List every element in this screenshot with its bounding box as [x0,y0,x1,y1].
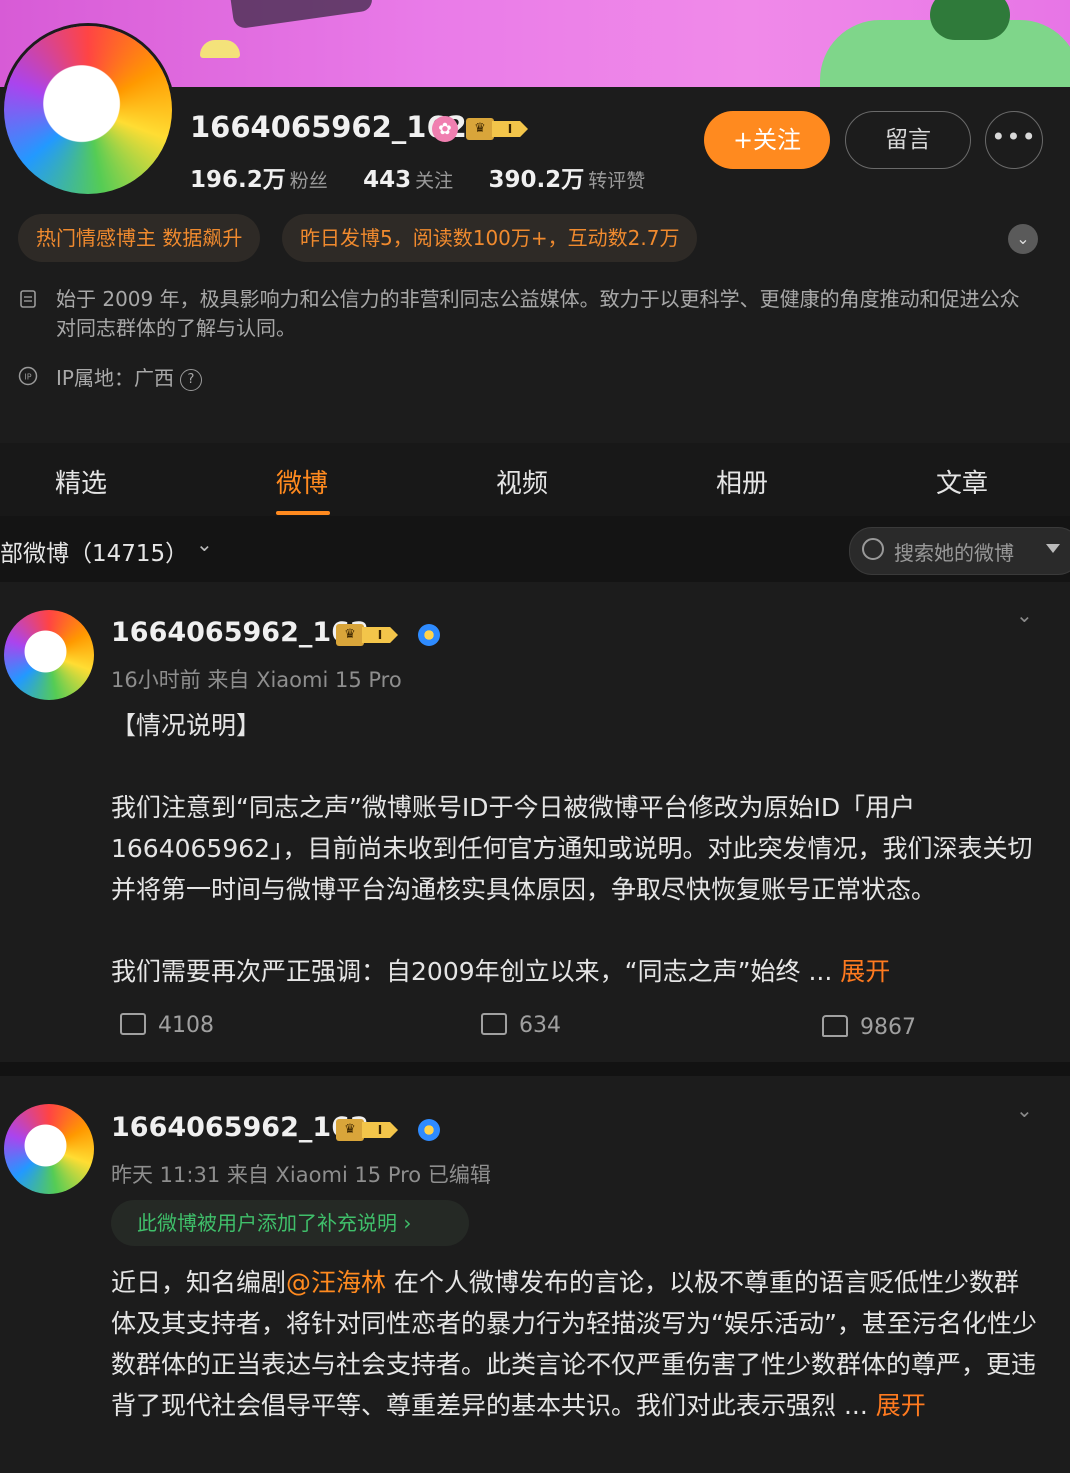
bio-icon [18,289,38,309]
member-crown-icon[interactable]: ♛ I [336,1119,398,1141]
ip-location-label: IP属地：广西 [56,366,174,390]
profile-username: 1664065962_162 [190,110,467,144]
expand-tags-chevron-icon[interactable]: ⌄ [1008,224,1038,254]
repost-action[interactable]: 4108 [120,1013,214,1038]
profile-stats: 196.2万 粉丝 443 关注 390.2万 转评赞 [190,160,673,194]
verified-pink-icon[interactable]: ✿ [432,116,458,142]
like-action[interactable]: 9867 [822,1015,916,1040]
expand-link[interactable]: 展开 [840,957,890,986]
tab-article[interactable]: 文章 [936,463,988,500]
post-author[interactable]: 1664065962_162 [111,1112,369,1143]
post-menu-chevron-icon[interactable]: ⌄ [1016,603,1033,627]
post-meta: 16小时前 来自 Xiaomi 15 Pro [111,668,402,692]
comment-icon [481,1013,507,1035]
search-icon [862,538,884,560]
tab-weibo[interactable]: 微博 [276,463,328,500]
follow-count[interactable]: 443 [363,167,411,193]
message-button[interactable]: 留言 [845,111,971,169]
more-options-button[interactable]: ••• [985,111,1043,169]
post-body: 近日，知名编剧@汪海林 在个人微博发布的言论，以极不尊重的语言贬低性少数群体及其… [111,1268,1037,1420]
tab-album[interactable]: 相册 [716,463,768,500]
help-icon[interactable]: ? [179,368,202,391]
tab-featured[interactable]: 精选 [55,463,107,500]
share-icon [120,1013,146,1035]
post-menu-chevron-icon[interactable]: ⌄ [1016,1098,1033,1122]
fans-count[interactable]: 196.2万 [190,167,286,193]
profile-bio: 始于 2009 年，极具影响力和公信力的非营利同志公益媒体。致力于以更科学、更健… [56,287,1020,340]
follow-button[interactable]: +关注 [704,111,830,169]
post-author[interactable]: 1664065962_162 [111,617,369,648]
active-tab-indicator [276,511,330,515]
yesterday-stats-tag[interactable]: 昨日发博5，阅读数100万+，互动数2.7万 [282,214,698,262]
verified-icon [418,1119,440,1141]
ip-location: IP属地：广西? [56,362,202,391]
member-crown-icon[interactable]: ♛ I [466,118,528,140]
post-avatar[interactable] [4,1104,94,1194]
all-weibo-filter[interactable]: 部微博（14715） [0,534,188,568]
post-paragraph: 【情况说明】 [111,711,262,740]
search-weibo-input[interactable]: 搜索她的微博 [849,527,1070,575]
post-body: 【情况说明】 我们注意到“同志之声”微博账号ID于今日被微博平台修改为原始ID「… [111,705,1041,992]
post-divider [0,1062,1070,1076]
mention-link[interactable]: @汪海林 [286,1268,386,1297]
profile-tabs: 精选 微博 视频 相册 文章 [0,443,1070,516]
banner-decoration [226,0,374,30]
post-paragraph: 我们需要再次严正强调：自2009年创立以来，“同志之声”始终 ... 展开 [111,957,891,986]
member-crown-icon[interactable]: ♛ I [336,624,398,646]
profile-avatar[interactable] [4,26,172,194]
banner-decoration [200,40,240,58]
supplement-note-link[interactable]: 此微博被用户添加了补充说明 › [111,1200,469,1246]
repost-count: 390.2万 [488,167,585,193]
banner-decoration [930,0,1010,40]
fans-label: 粉丝 [289,170,328,192]
post-avatar[interactable] [4,610,94,700]
expand-link[interactable]: 展开 [876,1391,926,1420]
ip-location-icon: IP [18,366,38,386]
chevron-down-icon[interactable]: ⌄ [196,532,213,556]
tab-video[interactable]: 视频 [496,463,548,500]
follow-label: 关注 [415,170,454,192]
thumbs-up-icon [822,1015,848,1037]
post-meta: 昨天 11:31 来自 Xiaomi 15 Pro 已编辑 [111,1163,491,1187]
comment-action[interactable]: 634 [481,1013,561,1038]
hot-blogger-tag[interactable]: 热门情感博主 数据飙升 [18,214,261,262]
post-paragraph: 我们注意到“同志之声”微博账号ID于今日被微博平台修改为原始ID「用户16640… [111,793,1033,904]
svg-text:IP: IP [24,373,31,382]
search-dropdown-icon[interactable] [1046,544,1060,553]
search-placeholder: 搜索她的微博 [894,541,1014,565]
verified-icon [418,624,440,646]
repost-label: 转评赞 [588,170,646,192]
